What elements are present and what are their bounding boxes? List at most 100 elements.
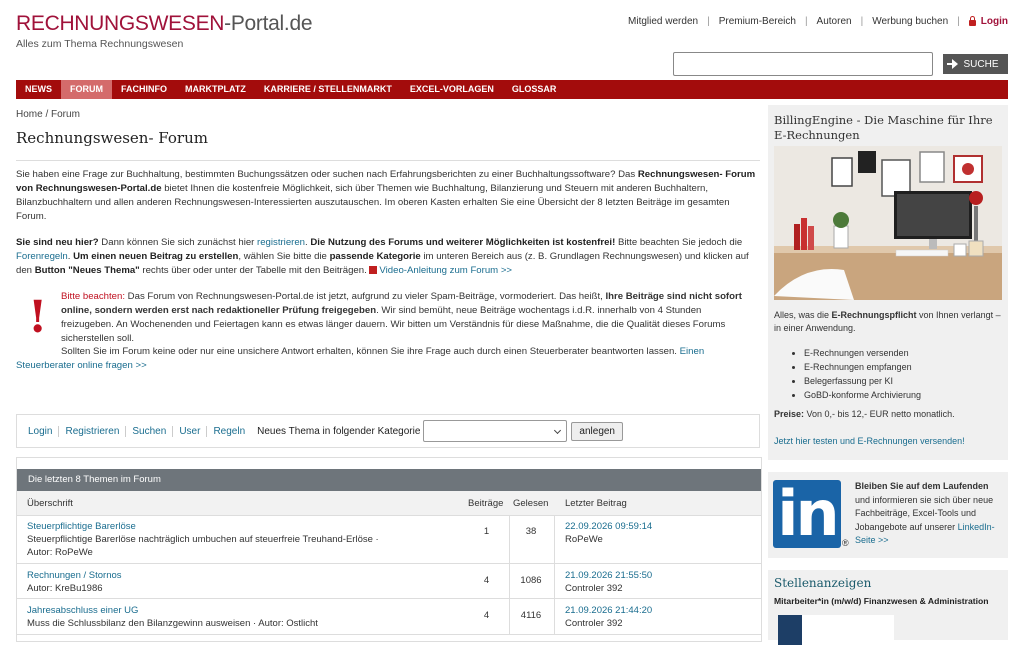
login-link[interactable]: Login <box>968 15 1008 27</box>
column-header-posts: Beiträge <box>468 498 504 509</box>
office-desk-photo[interactable] <box>774 146 1002 300</box>
video-guide-link[interactable]: Video-Anleitung zum Forum >> <box>379 265 512 276</box>
price-label: Preise: <box>774 409 805 419</box>
list-item: Belegerfassung per KI <box>804 374 921 388</box>
table-row: Rechnungen / Stornos Autor: KreBu1986 4 … <box>17 564 761 599</box>
post-count: 1 <box>483 526 490 537</box>
list-item: GoBD-konforme Archivierung <box>804 388 921 402</box>
site-tagline: Alles zum Thema Rechnungswesen <box>16 38 184 50</box>
main-navigation: NEWS FORUM FACHINFO MARKTPLATZ KARRIERE … <box>16 80 1008 99</box>
logo-part1: RECHNUNGSWESEN <box>16 12 225 35</box>
lock-icon <box>968 15 976 26</box>
topic-author: Autor: KreBu1986 <box>27 583 103 594</box>
nav-item-excel[interactable]: EXCEL-VORLAGEN <box>401 80 503 99</box>
newcomer-text: Bitte beachten Sie jedoch die <box>615 237 743 248</box>
linkedin-bold: Bleiben Sie auf dem Laufenden <box>855 481 989 491</box>
notice-text: Das Forum von Rechnungswesen-Portal.de i… <box>125 291 606 302</box>
separator: | <box>707 16 710 27</box>
topic-cell: Steuerpflichtige Barerlöse Steuerpflicht… <box>27 520 467 559</box>
login-label: Login <box>980 16 1008 27</box>
toolbar-user-link[interactable]: User <box>173 425 208 437</box>
list-item: E-Rechnungen empfangen <box>804 360 921 374</box>
jobs-title: Stellenanzeigen <box>774 576 872 590</box>
topic-author: Autor: RoPeWe <box>27 547 93 558</box>
toolbar-login-link[interactable]: Login <box>17 425 60 437</box>
nav-item-forum[interactable]: FORUM <box>61 80 112 99</box>
rules-link[interactable]: Forenregeln <box>16 251 68 262</box>
category-label: Neues Thema in folgender Kategorie <box>257 425 421 437</box>
top-navigation: Mitglied werden | Premium-Bereich | Auto… <box>628 15 1008 27</box>
site-logo[interactable]: RECHNUNGSWESEN-Portal.de <box>16 12 313 36</box>
divider <box>509 599 510 634</box>
latest-topics-table: Die letzten 8 Themen im Forum Überschrif… <box>16 457 762 642</box>
table-row: Steuerpflichtige Barerlöse Steuerpflicht… <box>17 515 761 564</box>
newcomer-text: rechts über oder unter der Tabelle mit d… <box>139 265 370 276</box>
employer-logo-mark <box>778 615 802 645</box>
category-select[interactable] <box>423 420 568 442</box>
billing-cta: Jetzt hier testen und E-Rechnungen verse… <box>774 435 1002 448</box>
newcomer-bold: Um einen neuen Beitrag zu erstellen <box>73 251 239 262</box>
top-link-premium[interactable]: Premium-Bereich <box>719 16 796 27</box>
separator: | <box>957 16 960 27</box>
divider <box>509 515 510 563</box>
newcomer-paragraph: Sie sind neu hier? Dann können Sie sich … <box>16 236 760 278</box>
search-button-label: SUCHE <box>963 58 999 70</box>
billing-text-bold: E-Rechnungspflicht <box>831 310 917 320</box>
toolbar-register-link[interactable]: Registrieren <box>59 425 127 437</box>
divider <box>509 564 510 598</box>
topic-link[interactable]: Rechnungen / Stornos <box>27 570 122 581</box>
post-count: 4 <box>483 575 490 586</box>
divider <box>554 515 555 563</box>
search-button[interactable]: SUCHE <box>943 54 1008 74</box>
billing-engine-title[interactable]: BillingEngine - Die Maschine für Ihre E-… <box>774 113 1002 143</box>
post-count: 4 <box>483 610 490 621</box>
intro-text: Sie haben eine Frage zur Buchhaltung, be… <box>16 169 638 180</box>
column-header-last-post: Letzter Beitrag <box>565 498 627 509</box>
newcomer-bold: Sie sind neu hier? <box>16 237 99 248</box>
read-count: 1086 <box>520 575 542 586</box>
topic-link[interactable]: Jahresabschluss einer UG <box>27 605 138 616</box>
top-link-authors[interactable]: Autoren <box>817 16 852 27</box>
jobs-box: Stellenanzeigen Mitarbeiter*in (m/w/d) F… <box>768 570 1008 645</box>
nav-item-news[interactable]: NEWS <box>16 80 61 99</box>
billing-text: Alles, was die <box>774 310 832 320</box>
last-post-date[interactable]: 21.09.2026 21:44:20 <box>565 605 652 616</box>
billing-engine-description: Alles, was die E-Rechnungspflicht von Ih… <box>774 309 1002 335</box>
exclamation-icon: ! <box>28 292 48 343</box>
billing-cta-link[interactable]: Jetzt hier testen und E-Rechnungen verse… <box>774 436 965 446</box>
newcomer-bold: passende Kategorie <box>329 251 421 262</box>
moderation-notice: Bitte beachten: Das Forum von Rechnungsw… <box>61 290 751 346</box>
topic-link[interactable]: Steuerpflichtige Barerlöse <box>27 521 136 532</box>
latest-topics-heading-text: Die letzten 8 Themen im Forum <box>28 474 161 485</box>
register-link[interactable]: registrieren <box>257 237 305 248</box>
newcomer-bold: Button "Neues Thema" <box>34 265 140 276</box>
nav-item-fachinfo[interactable]: FACHINFO <box>112 80 176 99</box>
topic-description: Steuerpflichtige Barerlöse nachträglich … <box>27 534 379 545</box>
last-post-date[interactable]: 21.09.2026 21:55:50 <box>565 570 652 581</box>
nav-item-glossar[interactable]: GLOSSAR <box>503 80 566 99</box>
toolbar-search-link[interactable]: Suchen <box>126 425 174 437</box>
employer-logo[interactable] <box>778 615 894 645</box>
last-post-date[interactable]: 22.09.2026 09:59:14 <box>565 521 652 532</box>
divider <box>554 599 555 634</box>
job-listing-title[interactable]: Mitarbeiter*in (m/w/d) Finanzwesen & Adm… <box>774 596 989 606</box>
create-topic-button[interactable]: anlegen <box>571 421 623 441</box>
read-count: 38 <box>525 526 537 537</box>
nav-item-marktplatz[interactable]: MARKTPLATZ <box>176 80 255 99</box>
intro-paragraph: Sie haben eine Frage zur Buchhaltung, be… <box>16 168 760 224</box>
linkedin-box: in ® Bleiben Sie auf dem Laufenden und i… <box>768 472 1008 558</box>
last-post-user: RoPeWe <box>565 534 603 545</box>
linkedin-icon[interactable]: in <box>773 480 841 548</box>
breadcrumb[interactable]: Home / Forum <box>16 109 80 120</box>
price-text: Von 0,- bis 12,- EUR netto monatlich. <box>804 409 955 419</box>
top-link-advertising[interactable]: Werbung buchen <box>872 16 948 27</box>
table-header: Überschrift Beiträge Gelesen Letzter Bei… <box>17 491 761 516</box>
search-input[interactable] <box>673 52 933 76</box>
billing-engine-ad: BillingEngine - Die Maschine für Ihre E-… <box>768 105 1008 460</box>
last-post-cell: 22.09.2026 09:59:14 RoPeWe <box>565 520 652 546</box>
nav-item-karriere[interactable]: KARRIERE / STELLENMARKT <box>255 80 401 99</box>
read-count: 4116 <box>520 610 542 621</box>
toolbar-rules-link[interactable]: Regeln <box>207 426 251 437</box>
top-link-member[interactable]: Mitglied werden <box>628 16 698 27</box>
separator: | <box>804 16 808 27</box>
